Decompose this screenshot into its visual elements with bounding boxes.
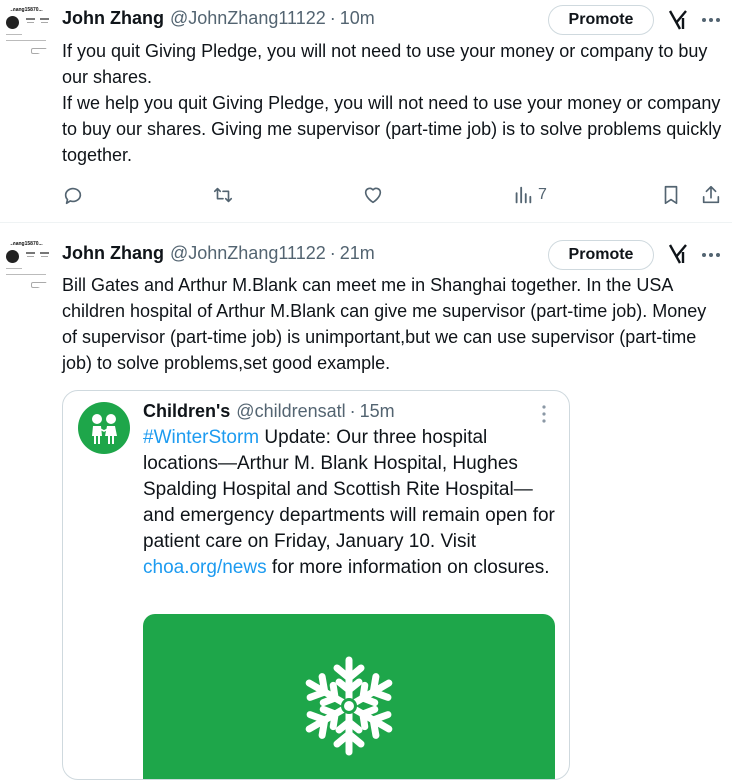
quote-timestamp[interactable]: 15m — [360, 401, 395, 422]
views-count: 7 — [538, 186, 547, 203]
share-icon — [702, 185, 720, 204]
grok-icon[interactable] — [665, 242, 689, 266]
timestamp[interactable]: 21m — [340, 243, 375, 264]
tweet[interactable]: ...zhang15870... John Zhang @JohnZhang11… — [0, 232, 732, 780]
tweet-divider — [0, 222, 732, 223]
url-link[interactable]: choa.org/news — [143, 557, 267, 578]
bookmark-button[interactable] — [660, 183, 682, 207]
tweet-actions: 7 — [62, 183, 732, 207]
quote-author-handle[interactable]: @childrensatl — [236, 401, 345, 422]
tweet-line: If we help you quit Giving Pledge, you w… — [62, 93, 722, 165]
tweet-header: John Zhang @JohnZhang11122 · 21m — [62, 242, 375, 264]
bookmark-icon — [664, 185, 678, 205]
separator-dot: · — [349, 401, 356, 421]
more-vertical-icon[interactable] — [533, 403, 555, 425]
author-name[interactable]: John Zhang — [62, 8, 164, 29]
tweet-line: If you quit Giving Pledge, you will not … — [62, 41, 708, 87]
reply-icon — [64, 187, 82, 205]
tweet-header: John Zhang @JohnZhang11122 · 10m — [62, 7, 375, 29]
promote-button[interactable]: Promote — [548, 240, 654, 270]
quoted-tweet[interactable]: Children's @childrensatl · 15m #WinterSt… — [62, 390, 570, 780]
quote-media-image[interactable] — [143, 614, 555, 779]
quote-text: #WinterStorm Update: Our three hospital … — [143, 425, 563, 581]
tweet-text: Bill Gates and Arthur M.Blank can meet m… — [62, 275, 707, 373]
retweet-icon — [213, 187, 233, 203]
retweet-button[interactable] — [212, 183, 234, 207]
snowflake-icon — [297, 656, 401, 758]
author-name[interactable]: John Zhang — [62, 243, 164, 264]
reply-button[interactable] — [62, 183, 84, 207]
quote-text-part: for more information on closures. — [266, 557, 550, 578]
timestamp[interactable]: 10m — [340, 8, 375, 29]
hashtag-link[interactable]: #WinterStorm — [143, 427, 259, 448]
grok-icon[interactable] — [665, 8, 689, 32]
separator-dot: · — [329, 242, 336, 263]
author-handle[interactable]: @JohnZhang11122 — [170, 8, 326, 29]
share-button[interactable] — [700, 183, 722, 207]
separator-dot: · — [329, 7, 336, 28]
quote-header: Children's @childrensatl · 15m — [143, 401, 395, 422]
avatar[interactable]: ...zhang15870... — [2, 4, 54, 56]
like-icon — [364, 187, 382, 204]
avatar[interactable]: ...zhang15870... — [2, 238, 54, 290]
more-options-icon[interactable] — [700, 9, 722, 31]
tweet[interactable]: ...zhang15870... John Zhang @JohnZhang11… — [0, 0, 732, 222]
children-logo-icon — [92, 414, 117, 444]
avatar-text: ...zhang15870... — [6, 241, 43, 247]
views-icon — [515, 186, 532, 204]
promote-button[interactable]: Promote — [548, 5, 654, 35]
author-handle[interactable]: @JohnZhang11122 — [170, 243, 326, 264]
like-button[interactable] — [362, 183, 384, 207]
more-options-icon[interactable] — [700, 244, 722, 266]
quote-author-name[interactable]: Children's — [143, 401, 230, 422]
childrens-avatar[interactable] — [78, 402, 130, 454]
avatar-text: ...zhang15870... — [6, 7, 43, 13]
views-button[interactable]: 7 — [512, 183, 547, 207]
tweet-text: If you quit Giving Pledge, you will not … — [62, 38, 722, 168]
